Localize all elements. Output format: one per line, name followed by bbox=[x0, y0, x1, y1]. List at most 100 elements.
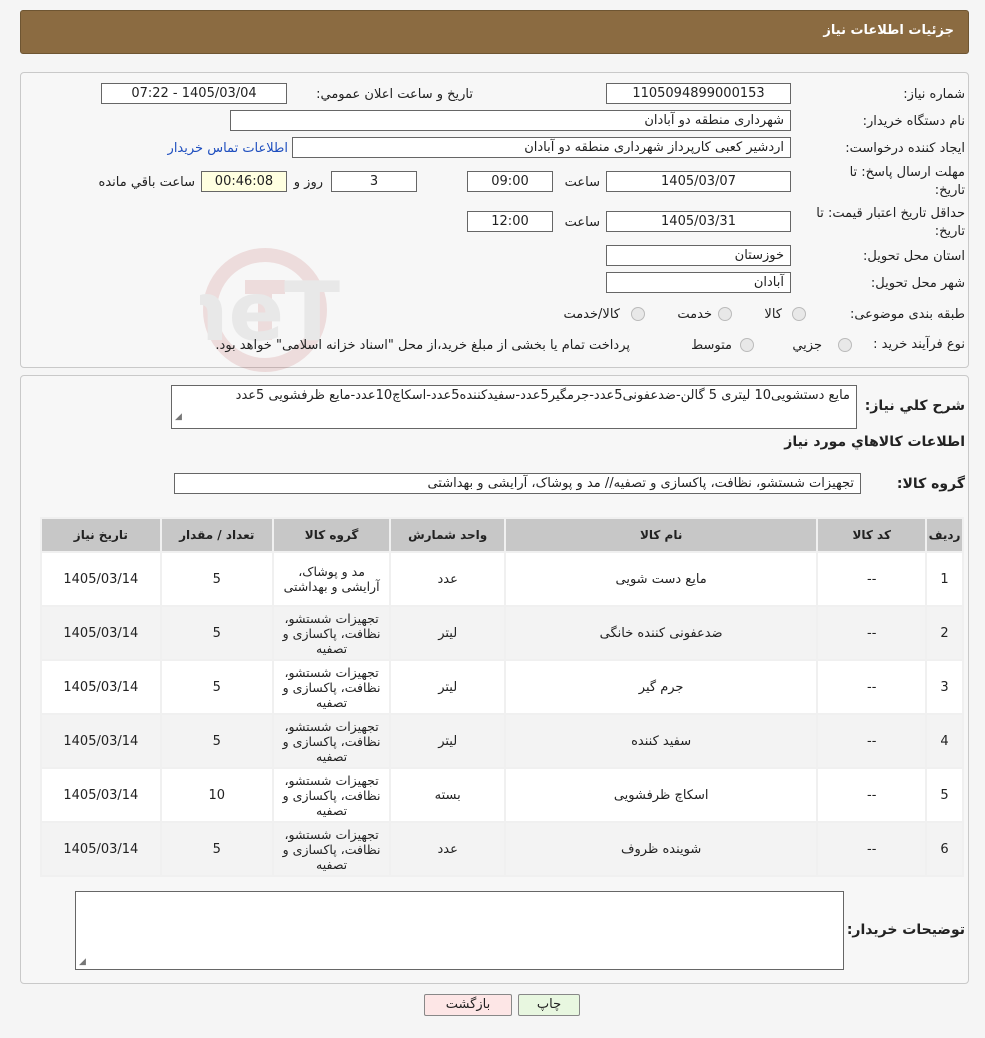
buyer-label: نام دستگاه خریدار: bbox=[862, 114, 965, 129]
cell-qty: 5 bbox=[159, 821, 274, 877]
announce-label: تاریخ و ساعت اعلان عمومي: bbox=[316, 87, 473, 102]
cell-date: 1405/03/14 bbox=[40, 713, 162, 769]
cell-date: 1405/03/14 bbox=[40, 767, 162, 823]
resize-grip-icon[interactable]: ◢ bbox=[175, 408, 182, 426]
process-label: نوع فرآیند خرید : bbox=[873, 337, 965, 352]
cell-date: 1405/03/14 bbox=[40, 659, 162, 715]
validity-time-label: ساعت bbox=[564, 215, 600, 230]
buyer-notes-field[interactable]: ◢ bbox=[75, 891, 844, 970]
back-button[interactable]: بازگشت bbox=[424, 994, 512, 1016]
cell-code: -- bbox=[816, 551, 928, 607]
requester-field: اردشیر کعبی کارپرداز شهرداری منطقه دو آب… bbox=[292, 137, 791, 158]
cell-code: -- bbox=[816, 659, 928, 715]
cell-group: مد و پوشاک، آرایشی و بهداشتی bbox=[271, 551, 392, 607]
cell-row: 4 bbox=[925, 713, 964, 769]
cell-unit: عدد bbox=[389, 821, 506, 877]
cell-qty: 10 bbox=[159, 767, 274, 823]
table-header-row: ردیف کد کالا نام کالا واحد شمارش گروه کا… bbox=[40, 517, 964, 553]
cell-qty: 5 bbox=[159, 605, 274, 661]
process-option-minor: جزیي bbox=[792, 338, 822, 353]
col-row: ردیف bbox=[925, 517, 964, 553]
province-label: استان محل تحویل: bbox=[863, 249, 965, 264]
cell-name: اسکاچ ظرفشویی bbox=[503, 767, 819, 823]
validity-label: حداقل تاریخ اعتبار قیمت: تا تاریخ: bbox=[816, 206, 965, 239]
cell-date: 1405/03/14 bbox=[40, 821, 162, 877]
cell-group: تجهیزات شستشو، نظافت، پاکسازی و تصفیه bbox=[271, 767, 392, 823]
process-option-medium: متوسط bbox=[691, 338, 732, 353]
page-title: جزئیات اطلاعات نیاز bbox=[823, 23, 954, 38]
cell-row: 5 bbox=[925, 767, 964, 823]
cell-date: 1405/03/14 bbox=[40, 551, 162, 607]
cell-name: مایع دست شویی bbox=[503, 551, 819, 607]
cell-unit: لیتر bbox=[389, 659, 506, 715]
col-date: تاریخ نیاز bbox=[40, 517, 162, 553]
deadline-label: مهلت ارسال پاسخ: تا تاریخ: bbox=[849, 165, 965, 198]
print-button[interactable]: چاپ bbox=[518, 994, 580, 1016]
category-radio-service[interactable] bbox=[718, 307, 732, 321]
contact-buyer-link[interactable]: اطلاعات تماس خریدار bbox=[168, 141, 288, 156]
col-qty: تعداد / مقدار bbox=[159, 517, 274, 553]
page-header: جزئیات اطلاعات نیاز bbox=[20, 10, 969, 54]
cell-group: تجهیزات شستشو، نظافت، پاکسازی و تصفیه bbox=[271, 713, 392, 769]
goods-group-label: گروه کالا: bbox=[896, 476, 965, 492]
province-field: خوزستان bbox=[606, 245, 791, 266]
cell-row: 1 bbox=[925, 551, 964, 607]
summary-field: مایع دستشویی10 لیتری 5 گالن-ضدعفونی5عدد-… bbox=[171, 385, 857, 429]
city-label: شهر محل تحویل: bbox=[870, 276, 965, 291]
goods-table: ردیف کد کالا نام کالا واحد شمارش گروه کا… bbox=[40, 517, 964, 877]
announce-field: 1405/03/04 - 07:22 bbox=[101, 83, 287, 104]
table-row: 4 -- سفید کننده لیتر تجهیزات شستشو، نظافت، پ… bbox=[40, 713, 964, 769]
col-unit: واحد شمارش bbox=[389, 517, 506, 553]
category-option-service: خدمت bbox=[677, 307, 712, 322]
cell-qty: 5 bbox=[159, 551, 274, 607]
cell-date: 1405/03/14 bbox=[40, 605, 162, 661]
validity-time-field: 12:00 bbox=[467, 211, 553, 232]
days-label: روز و bbox=[293, 175, 323, 190]
days-field: 3 bbox=[331, 171, 417, 192]
cell-row: 3 bbox=[925, 659, 964, 715]
validity-date-field: 1405/03/31 bbox=[606, 211, 791, 232]
buyer-field: شهرداری منطقه دو آبادان bbox=[230, 110, 791, 131]
category-radio-goods[interactable] bbox=[792, 307, 806, 321]
requester-label: ایجاد کننده درخواست: bbox=[845, 141, 965, 156]
col-name: نام کالا bbox=[503, 517, 819, 553]
goods-info-title: اطلاعات کالاهاي مورد نیاز bbox=[784, 434, 965, 450]
table-row: 6 -- شوینده ظروف عدد تجهیزات شستشو، نظافت، پ… bbox=[40, 821, 964, 877]
cell-unit: بسته bbox=[389, 767, 506, 823]
cell-name: جرم گیر bbox=[503, 659, 819, 715]
category-option-goods: کالا bbox=[764, 307, 782, 322]
summary-label: شرح کلي نیاز: bbox=[864, 398, 965, 414]
goods-group-field: تجهیزات شستشو، نظافت، پاکسازی و تصفیه// … bbox=[174, 473, 861, 494]
cell-qty: 5 bbox=[159, 713, 274, 769]
category-label: طبقه بندی موضوعی: bbox=[849, 307, 965, 322]
resize-grip-icon[interactable]: ◢ bbox=[79, 957, 86, 967]
table-row: 3 -- جرم گیر لیتر تجهیزات شستشو، نظافت، پاکس… bbox=[40, 659, 964, 715]
remaining-label: ساعت باقي مانده bbox=[98, 175, 195, 190]
deadline-time-field: 09:00 bbox=[467, 171, 553, 192]
need-number-label: شماره نیاز: bbox=[903, 87, 965, 102]
cell-name: شوینده ظروف bbox=[503, 821, 819, 877]
cell-code: -- bbox=[816, 605, 928, 661]
col-code: کد کالا bbox=[816, 517, 928, 553]
category-option-goods-service: کالا/خدمت bbox=[563, 307, 620, 322]
cell-code: -- bbox=[816, 821, 928, 877]
process-radio-minor[interactable] bbox=[838, 338, 852, 352]
cell-unit: لیتر bbox=[389, 713, 506, 769]
cell-row: 6 bbox=[925, 821, 964, 877]
deadline-date-field: 1405/03/07 bbox=[606, 171, 791, 192]
cell-group: تجهیزات شستشو، نظافت، پاکسازی و تصفیه bbox=[271, 605, 392, 661]
table-row: 1 -- مایع دست شویی عدد مد و پوشاک، آرایشی و … bbox=[40, 551, 964, 607]
cell-code: -- bbox=[816, 767, 928, 823]
cell-name: ضدعفونی کننده خانگی bbox=[503, 605, 819, 661]
cell-group: تجهیزات شستشو، نظافت، پاکسازی و تصفیه bbox=[271, 821, 392, 877]
summary-text: مایع دستشویی10 لیتری 5 گالن-ضدعفونی5عدد-… bbox=[235, 388, 850, 403]
cell-qty: 5 bbox=[159, 659, 274, 715]
table-row: 5 -- اسکاچ ظرفشویی بسته تجهیزات شستشو، نظافت… bbox=[40, 767, 964, 823]
category-radio-goods-service[interactable] bbox=[631, 307, 645, 321]
cell-code: -- bbox=[816, 713, 928, 769]
cell-row: 2 bbox=[925, 605, 964, 661]
cell-unit: لیتر bbox=[389, 605, 506, 661]
buyer-notes-label: توضیحات خریدار: bbox=[846, 922, 965, 938]
process-radio-medium[interactable] bbox=[740, 338, 754, 352]
city-field: آبادان bbox=[606, 272, 791, 293]
